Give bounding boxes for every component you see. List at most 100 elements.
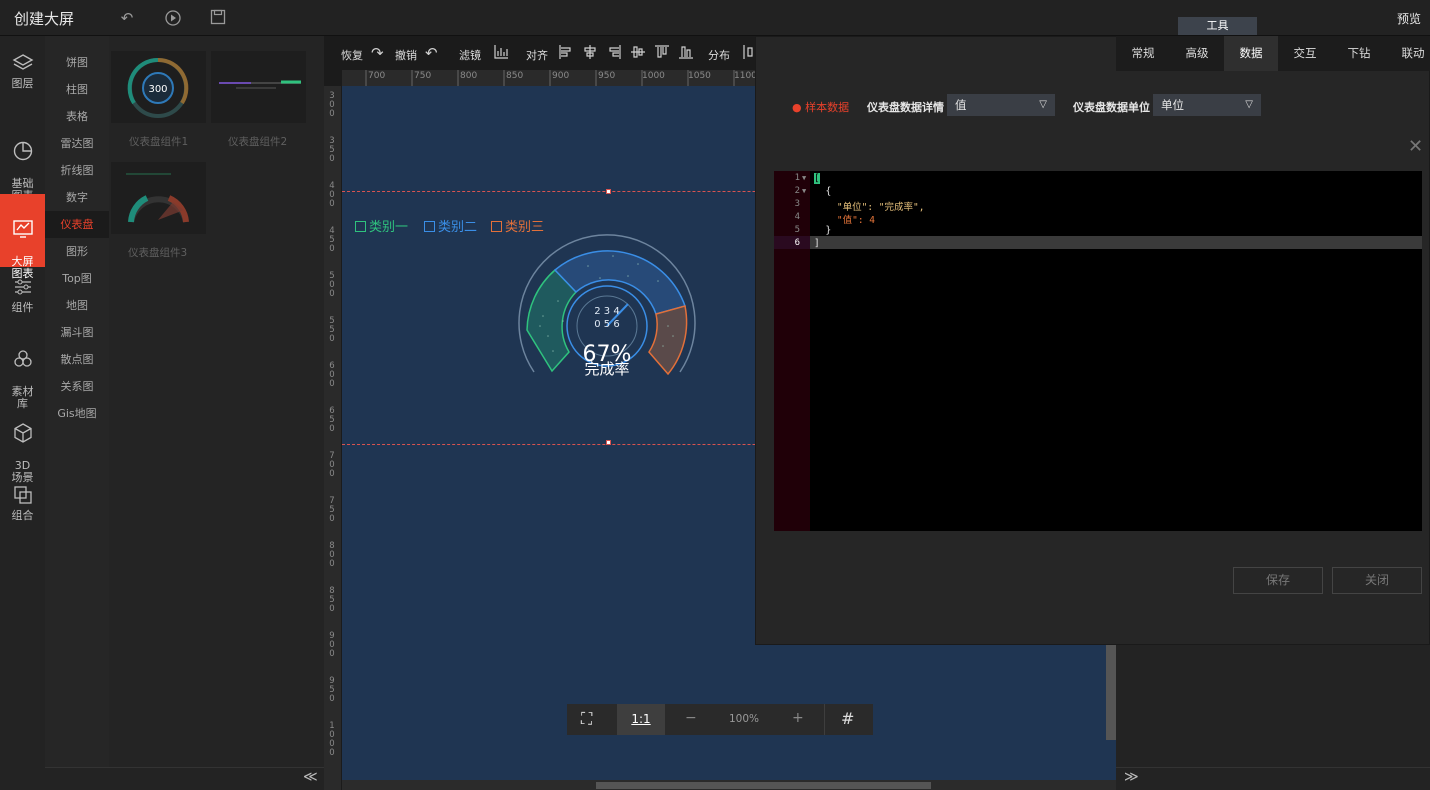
top-bar: 创建大屏 ↶ 工具 预览 xyxy=(0,0,1430,36)
tab-drilldown[interactable]: 下钻 xyxy=(1332,36,1386,71)
gauge-thumb-3[interactable] xyxy=(111,162,206,234)
align-center-icon[interactable] xyxy=(582,44,598,64)
nav-materials[interactable]: 素材 库 xyxy=(0,336,45,410)
category-item[interactable]: 饼图 xyxy=(45,49,109,76)
ruler-label: 500 xyxy=(329,271,335,299)
nav-group[interactable]: 组合 xyxy=(0,484,45,530)
materials-icon xyxy=(13,350,32,367)
tab-advanced[interactable]: 高级 xyxy=(1170,36,1224,71)
collapse-left-icon[interactable]: ≪ xyxy=(303,769,318,785)
category-item[interactable]: 漏斗图 xyxy=(45,319,109,346)
category-item[interactable]: 柱图 xyxy=(45,76,109,103)
save-icon[interactable] xyxy=(209,9,227,27)
legend-icon xyxy=(424,221,435,232)
zoom-out-button[interactable]: − xyxy=(685,710,697,726)
align-vcenter-icon[interactable] xyxy=(630,44,646,64)
tab-data[interactable]: 数据 xyxy=(1224,36,1278,71)
ruler-label: 800 xyxy=(329,541,335,569)
category-item[interactable]: 关系图 xyxy=(45,373,109,400)
category-item[interactable]: 散点图 xyxy=(45,346,109,373)
ruler-label: 900 xyxy=(552,71,570,81)
nav-layers[interactable]: 图层 xyxy=(0,52,45,98)
horizontal-scrollbar[interactable] xyxy=(342,780,1116,790)
json-editor[interactable]: 1 ▼ 2 ▼ 3 4 5 6 [ { "单位": "完成率", "值": 4 … xyxy=(774,171,1422,531)
category-item[interactable]: 数字 xyxy=(45,184,109,211)
tab-general[interactable]: 常规 xyxy=(1116,36,1170,71)
resize-handle-bottom[interactable] xyxy=(606,440,611,445)
code-line[interactable]: [ xyxy=(814,173,820,184)
back-icon[interactable]: ↶ xyxy=(118,9,136,27)
distribute-button[interactable]: 分布 xyxy=(708,47,730,63)
code-line[interactable]: } xyxy=(814,225,831,236)
code-line[interactable]: ] xyxy=(814,238,820,249)
left-footer: ≪ xyxy=(45,767,324,790)
legend-item[interactable]: 类别二 xyxy=(424,216,477,235)
vertical-scrollbar[interactable] xyxy=(1106,645,1116,740)
tab-linkage[interactable]: 联动 xyxy=(1386,36,1430,71)
category-item[interactable]: 地图 xyxy=(45,292,109,319)
scrollbar-thumb[interactable] xyxy=(596,782,931,789)
unit-select[interactable]: 单位 ▽ xyxy=(1153,94,1261,116)
collapse-right-icon[interactable]: ≫ xyxy=(1124,769,1139,785)
actual-size-button[interactable]: 1:1 xyxy=(617,704,665,735)
detail-select[interactable]: 值 ▽ xyxy=(947,94,1055,116)
tab-interaction[interactable]: 交互 xyxy=(1278,36,1332,71)
grid-icon[interactable]: # xyxy=(841,709,854,728)
pie-chart-icon xyxy=(13,141,32,161)
category-item[interactable]: Gis地图 xyxy=(45,400,109,427)
close-icon[interactable]: ✕ xyxy=(1408,136,1423,157)
nav-screen-charts[interactable]: 大屏 图表 xyxy=(0,194,45,280)
gauge-chart[interactable]: 2 3 4 0 5 6 67% 完成率 xyxy=(518,226,702,386)
fold-icon[interactable]: ▼ xyxy=(802,174,806,182)
component-thumbnails: 300 仪表盘组件1 仪表盘组件2 仪表盘组件3 xyxy=(109,36,324,767)
category-item[interactable]: 折线图 xyxy=(45,157,109,184)
category-item[interactable]: 图形 xyxy=(45,238,109,265)
gauge-thumb-2[interactable] xyxy=(211,51,306,123)
fold-icon[interactable]: ▼ xyxy=(802,187,806,195)
nav-components[interactable]: 组件 xyxy=(0,276,45,322)
code-line[interactable]: "值": 4 xyxy=(814,212,875,226)
code-line[interactable]: "单位": "完成率", xyxy=(814,199,925,213)
sample-data-label[interactable]: ● 样本数据 xyxy=(792,99,849,115)
legend-icon xyxy=(491,221,502,232)
play-icon[interactable] xyxy=(164,9,182,27)
category-item[interactable]: Top图 xyxy=(45,265,109,292)
fit-screen-icon[interactable]: ⛶ xyxy=(581,709,592,729)
thumb-label: 仪表盘组件2 xyxy=(228,136,288,148)
align-bottom-icon[interactable] xyxy=(678,44,694,64)
category-item[interactable]: 表格 xyxy=(45,103,109,130)
gauge-thumb-1[interactable]: 300 xyxy=(111,51,206,123)
vertical-ruler: 300 350 400 450 500 550 600 650 700 750 … xyxy=(324,86,341,790)
redo-icon[interactable]: ↷ xyxy=(371,44,384,62)
resize-handle-top[interactable] xyxy=(606,189,611,194)
legend-item[interactable]: 类别一 xyxy=(355,216,408,235)
align-top-icon[interactable] xyxy=(654,44,670,64)
ruler-label: 350 xyxy=(329,136,335,164)
zoom-in-button[interactable]: + xyxy=(792,710,804,726)
close-button[interactable]: 关闭 xyxy=(1332,567,1422,594)
line-number: 6 xyxy=(794,238,800,248)
line-number: 5 xyxy=(794,225,800,235)
code-line[interactable]: { xyxy=(814,186,831,197)
nav-label: 3D 场景 xyxy=(11,459,34,484)
save-button[interactable]: 保存 xyxy=(1233,567,1323,594)
category-item-gauge[interactable]: 仪表盘 xyxy=(45,211,109,238)
align-right-icon[interactable] xyxy=(606,44,622,64)
align-button[interactable]: 对齐 xyxy=(526,47,548,63)
filter-button[interactable]: 滤镜 xyxy=(459,47,481,63)
align-left-icon[interactable] xyxy=(558,44,574,64)
undo-button[interactable]: 撤销 xyxy=(395,47,417,63)
redo-button[interactable]: 恢复 xyxy=(341,47,363,63)
category-list: 饼图 柱图 表格 雷达图 折线图 数字 仪表盘 图形 Top图 地图 漏斗图 散… xyxy=(45,36,109,767)
category-item[interactable]: 雷达图 xyxy=(45,130,109,157)
group-icon xyxy=(13,486,32,504)
nav-basic-charts[interactable]: 基础 图表 xyxy=(0,128,45,202)
preview-button[interactable]: 预览 xyxy=(1397,10,1421,27)
ruler-label: 800 xyxy=(460,71,478,81)
undo-icon[interactable]: ↶ xyxy=(425,44,438,62)
legend-icon xyxy=(355,221,366,232)
tools-tab[interactable]: 工具 xyxy=(1178,17,1257,35)
filter-chart-icon[interactable] xyxy=(493,44,509,64)
sliders-icon xyxy=(14,279,31,295)
nav-3d-scene[interactable]: 3D 场景 xyxy=(0,410,45,484)
